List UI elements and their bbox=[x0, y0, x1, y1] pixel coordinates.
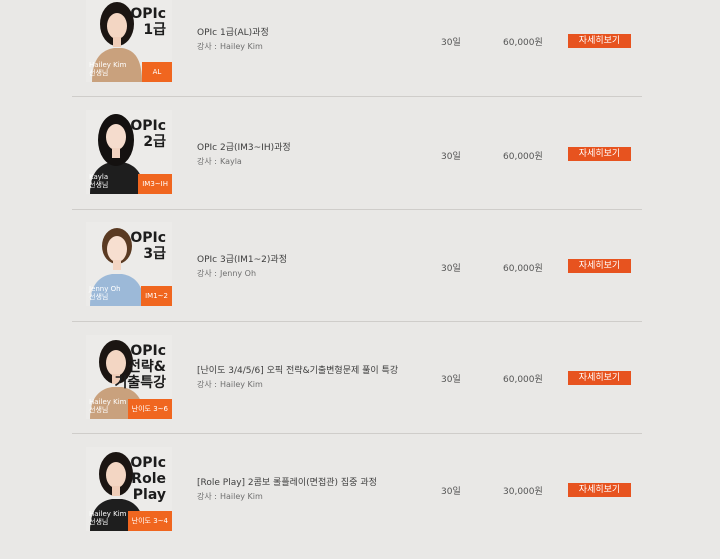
course-price: 60,000원 bbox=[503, 38, 543, 48]
course-name[interactable]: OPIc 3급(IM1~2)과정 bbox=[197, 252, 287, 265]
level-badge: 난이도 3~4 bbox=[127, 511, 172, 531]
thumbnail-title: OPIc 1급 bbox=[130, 6, 166, 38]
course-instructor: 강사 : Jenny Oh bbox=[197, 268, 256, 279]
detail-button[interactable]: 자세히보기 bbox=[568, 259, 631, 273]
course-period: 30일 bbox=[441, 152, 461, 162]
thumbnail-teacher: Hailey Kim 선생님 bbox=[89, 510, 127, 526]
course-thumbnail[interactable]: OPIc Role Play Hailey Kim 선생님 난이도 3~4 bbox=[86, 447, 172, 531]
course-period: 30일 bbox=[441, 487, 461, 497]
course-row: OPIc 전략& 기출특강 Hailey Kim 선생님 난이도 3~6 [난이… bbox=[0, 335, 720, 447]
instructor-name: Hailey Kim bbox=[219, 42, 263, 51]
thumbnail-title: OPIc 전략& 기출특강 bbox=[114, 343, 166, 391]
instructor-name: Hailey Kim bbox=[219, 492, 263, 501]
level-badge: AL bbox=[142, 62, 172, 82]
thumbnail-title: OPIc 2급 bbox=[130, 118, 166, 150]
row-divider bbox=[72, 96, 642, 97]
instructor-label: 강사 : bbox=[197, 492, 217, 501]
course-row: OPIc 2급 Kayla 선생님 IM3~IH OPIc 2급(IM3~IH)… bbox=[0, 110, 720, 222]
thumbnail-teacher: Jenny Oh 선생님 bbox=[89, 285, 121, 301]
course-row: OPIc 3급 Jenny Oh 선생님 IM1~2 OPIc 3급(IM1~2… bbox=[0, 222, 720, 334]
course-instructor: 강사 : Hailey Kim bbox=[197, 41, 263, 52]
detail-button[interactable]: 자세히보기 bbox=[568, 34, 631, 48]
row-divider bbox=[72, 433, 642, 434]
course-name[interactable]: [Role Play] 2콤보 롤플레이(면접관) 집중 과정 bbox=[197, 475, 377, 488]
instructor-label: 강사 : bbox=[197, 42, 217, 51]
course-list: OPIc 1급 Hailey Kim 선생님 AL OPIc 1급(AL)과정 … bbox=[0, 0, 720, 540]
level-badge: IM3~IH bbox=[138, 174, 172, 194]
thumbnail-teacher: Kayla 선생님 bbox=[89, 173, 109, 189]
instructor-name: Hailey Kim bbox=[219, 380, 263, 389]
course-name[interactable]: OPIc 1급(AL)과정 bbox=[197, 25, 269, 38]
detail-button[interactable]: 자세히보기 bbox=[568, 483, 631, 497]
course-thumbnail[interactable]: OPIc 전략& 기출특강 Hailey Kim 선생님 난이도 3~6 bbox=[86, 335, 172, 419]
course-thumbnail[interactable]: OPIc 2급 Kayla 선생님 IM3~IH bbox=[86, 110, 172, 194]
detail-button[interactable]: 자세히보기 bbox=[568, 371, 631, 385]
instructor-label: 강사 : bbox=[197, 157, 217, 166]
course-price: 60,000원 bbox=[503, 152, 543, 162]
course-name[interactable]: [난이도 3/4/5/6] 오픽 전략&기출변형문제 풀이 특강 bbox=[197, 363, 398, 376]
course-price: 30,000원 bbox=[503, 487, 543, 497]
course-price: 60,000원 bbox=[503, 375, 543, 385]
course-row: OPIc 1급 Hailey Kim 선생님 AL OPIc 1급(AL)과정 … bbox=[0, 0, 720, 110]
course-price: 60,000원 bbox=[503, 264, 543, 274]
thumbnail-teacher: Hailey Kim 선생님 bbox=[89, 61, 127, 77]
level-badge: 난이도 3~6 bbox=[127, 399, 172, 419]
course-period: 30일 bbox=[441, 38, 461, 48]
course-name[interactable]: OPIc 2급(IM3~IH)과정 bbox=[197, 140, 291, 153]
thumbnail-teacher: Hailey Kim 선생님 bbox=[89, 398, 127, 414]
course-row: OPIc Role Play Hailey Kim 선생님 난이도 3~4 [R… bbox=[0, 447, 720, 559]
course-period: 30일 bbox=[441, 375, 461, 385]
level-badge: IM1~2 bbox=[141, 286, 172, 306]
course-instructor: 강사 : Hailey Kim bbox=[197, 379, 263, 390]
course-period: 30일 bbox=[441, 264, 461, 274]
instructor-name: Kayla bbox=[219, 157, 242, 166]
course-thumbnail[interactable]: OPIc 3급 Jenny Oh 선생님 IM1~2 bbox=[86, 222, 172, 306]
row-divider bbox=[72, 209, 642, 210]
detail-button[interactable]: 자세히보기 bbox=[568, 147, 631, 161]
instructor-name: Jenny Oh bbox=[219, 269, 257, 278]
instructor-label: 강사 : bbox=[197, 380, 217, 389]
row-divider bbox=[72, 321, 642, 322]
course-instructor: 강사 : Hailey Kim bbox=[197, 491, 263, 502]
instructor-label: 강사 : bbox=[197, 269, 217, 278]
thumbnail-title: OPIc 3급 bbox=[130, 230, 166, 262]
course-instructor: 강사 : Kayla bbox=[197, 156, 242, 167]
course-thumbnail[interactable]: OPIc 1급 Hailey Kim 선생님 AL bbox=[86, 0, 172, 82]
thumbnail-title: OPIc Role Play bbox=[130, 455, 166, 503]
